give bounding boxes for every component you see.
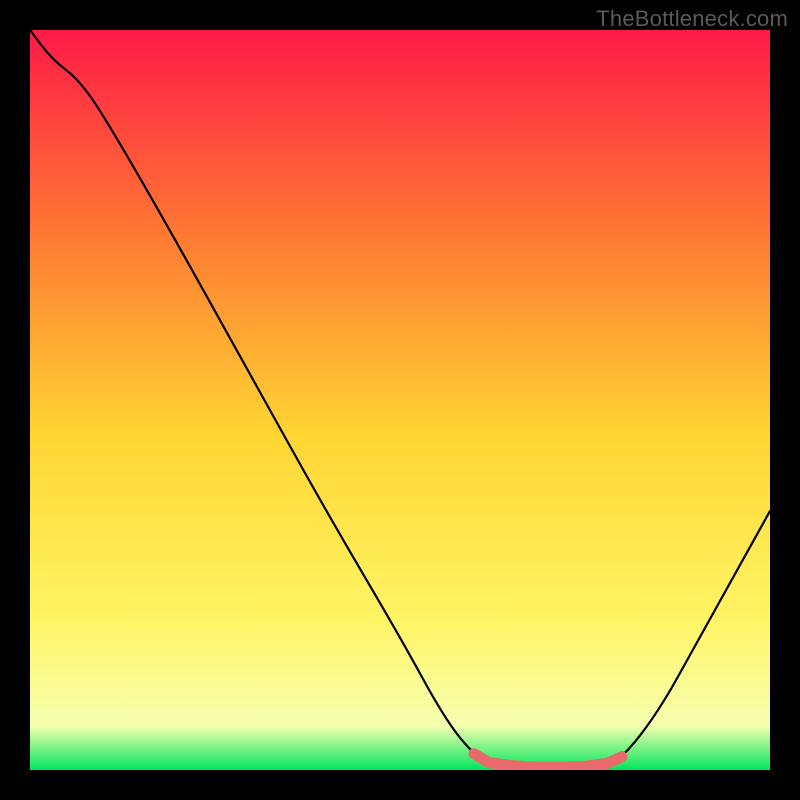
bottleneck-chart (30, 30, 770, 770)
gradient-background (30, 30, 770, 770)
watermark-text: TheBottleneck.com (596, 6, 788, 32)
chart-svg (30, 30, 770, 770)
